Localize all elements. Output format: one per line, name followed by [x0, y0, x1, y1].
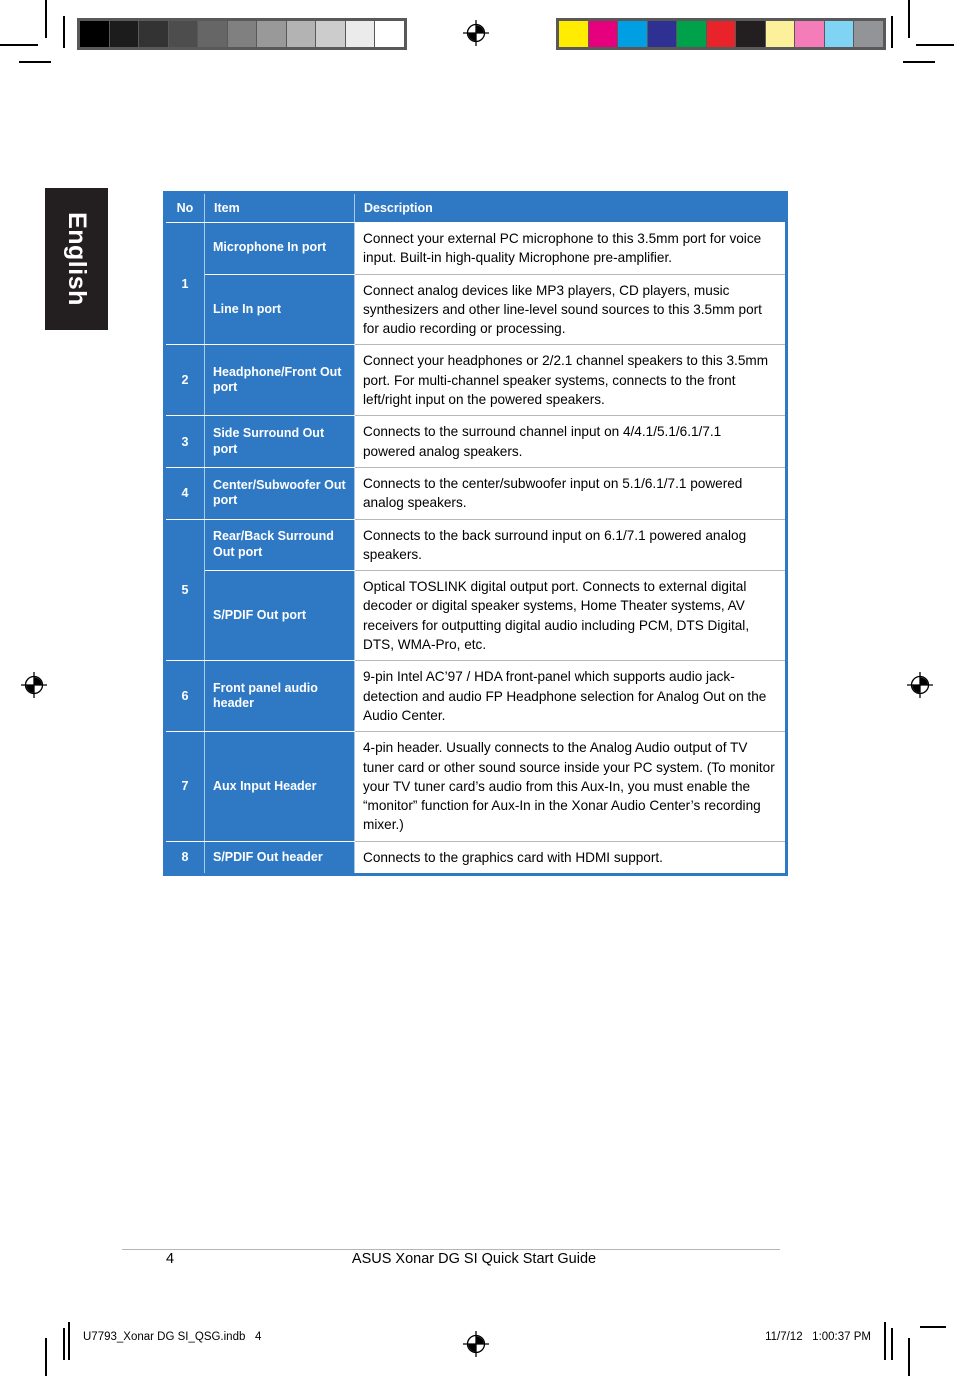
cell-item-name: Line In port: [204, 274, 355, 346]
crop-mark-top-right-horizontal: [916, 44, 954, 46]
slug-filename: U7793_Xonar DG SI_QSG.indb 4: [83, 1331, 262, 1343]
table-row: 6 Front panel audio header 9-pin Intel AC’…: [164, 660, 787, 733]
crop-mark-top-right-vertical: [908, 0, 910, 38]
slug-rule-left: [68, 1322, 70, 1360]
cell-row-number: 8: [164, 841, 205, 875]
color-swatch: [794, 21, 824, 47]
column-header-no: No: [164, 192, 205, 223]
cell-item-description: Connect your external PC microphone to t…: [354, 222, 787, 275]
cell-item-description: Connect your headphones or 2/2.1 channel…: [354, 344, 787, 417]
cell-row-number: 1: [164, 222, 205, 346]
cell-row-number: 7: [164, 731, 205, 842]
table-row: 3 Side Surround Out port Connects to the s…: [164, 415, 787, 468]
footer-title: ASUS Xonar DG SI Quick Start Guide: [351, 1251, 597, 1267]
crop-mark-top-left-inner-v: [63, 16, 65, 48]
color-swatch: [705, 21, 736, 47]
cell-row-number: 3: [164, 415, 205, 468]
grayscale-calibration-strip: [77, 18, 407, 50]
grayscale-swatch: [108, 21, 139, 47]
grayscale-swatch: [197, 21, 227, 47]
color-swatch: [587, 21, 618, 47]
port-description-table: No Item Description 1 Microphone In port C…: [163, 191, 788, 877]
table-row: 8 S/PDIF Out header Connects to the graphi…: [164, 841, 787, 875]
crop-mark-top-left-inner-h: [19, 61, 51, 63]
crop-mark-top-left-vertical: [45, 0, 47, 38]
registration-target-bottom-center: [463, 1331, 489, 1357]
cell-item-name: S/PDIF Out port: [204, 570, 355, 662]
footer-divider: [122, 1249, 780, 1250]
crop-mark-top-right-inner-h: [903, 61, 935, 63]
table-row: Line In port Connect analog devices like …: [165, 274, 787, 346]
grayscale-swatch: [226, 21, 257, 47]
cell-item-name: Center/Subwoofer Out port: [204, 467, 355, 520]
column-header-item: Item: [204, 192, 355, 223]
table-row: 2 Headphone/Front Out port Connect your he…: [164, 344, 787, 417]
language-tab-label: English: [63, 212, 91, 306]
cell-row-number: 4: [164, 467, 205, 520]
cell-item-name: Rear/Back Surround Out port: [204, 519, 355, 572]
cell-item-description: Connects to the back surround input on 6…: [354, 519, 787, 572]
grayscale-swatch: [256, 21, 286, 47]
language-tab: English: [45, 188, 108, 330]
grayscale-swatch: [374, 21, 405, 47]
cell-row-number: 6: [164, 660, 205, 733]
cell-row-number: 2: [164, 344, 205, 417]
crop-mark-bottom-right-vertical: [908, 1338, 910, 1376]
color-swatch: [735, 21, 765, 47]
cell-item-name: Front panel audio header: [204, 660, 355, 733]
cell-row-number: 5: [164, 519, 205, 662]
cell-item-name: Aux Input Header: [204, 731, 355, 842]
color-swatch: [823, 21, 854, 47]
grayscale-swatch: [138, 21, 168, 47]
cell-item-description: Connects to the graphics card with HDMI …: [354, 841, 787, 875]
slug-timestamp: 11/7/12 1:00:37 PM: [765, 1331, 871, 1343]
table-head: No Item Description: [164, 192, 787, 223]
cell-item-description: Connects to the center/subwoofer input o…: [354, 467, 787, 520]
table-header-row: No Item Description: [164, 192, 787, 223]
color-calibration-strip: [556, 18, 886, 50]
crop-mark-bottom-right-inner-v: [891, 1328, 893, 1360]
crop-mark-top-right-inner-v: [891, 16, 893, 48]
crop-mark-bottom-left-inner-v: [63, 1328, 65, 1360]
color-swatch: [764, 21, 795, 47]
table-row: 1 Microphone In port Connect your external…: [164, 222, 787, 346]
grayscale-swatch: [315, 21, 345, 47]
table-row: 7 Aux Input Header 4-pin header. Usually c…: [164, 731, 787, 842]
registration-target-top-center: [463, 20, 489, 46]
grayscale-swatch: [167, 21, 198, 47]
color-swatch: [617, 21, 647, 47]
cell-item-description: Connects to the surround channel input o…: [354, 415, 787, 468]
table-row: S/PDIF Out port Optical TOSLINK digital o…: [165, 570, 787, 662]
registration-target-right-middle: [907, 672, 933, 698]
cell-item-description: Connect analog devices like MP3 players,…: [354, 274, 787, 346]
registration-target-left-middle: [21, 672, 47, 698]
table-row: 5 Rear/Back Surround Out port Connects to …: [164, 519, 787, 662]
slug-rule-right: [884, 1322, 886, 1360]
color-swatch: [853, 21, 884, 47]
grayscale-swatch: [285, 21, 316, 47]
grayscale-swatch: [80, 21, 109, 47]
grayscale-swatch: [344, 21, 375, 47]
cell-item-name: S/PDIF Out header: [204, 841, 355, 875]
cell-item-name: Side Surround Out port: [204, 415, 355, 468]
cell-item-description: 4-pin header. Usually connects to the An…: [354, 731, 787, 842]
color-swatch: [646, 21, 677, 47]
cell-item-name: Headphone/Front Out port: [204, 344, 355, 417]
cell-item-name: Microphone In port: [204, 222, 355, 275]
column-header-description: Description: [354, 192, 787, 223]
color-swatch: [676, 21, 706, 47]
crop-mark-top-left-horizontal: [0, 44, 38, 46]
crop-mark-bottom-left-vertical: [45, 1338, 47, 1376]
table-body: 1 Microphone In port Connect your external…: [164, 222, 787, 875]
cell-item-description: 9-pin Intel AC’97 / HDA front-panel whic…: [354, 660, 787, 733]
table-row: 4 Center/Subwoofer Out port Connects to th…: [164, 467, 787, 520]
crop-mark-bottom-right-inner-h: [920, 1326, 946, 1328]
cell-item-description: Optical TOSLINK digital output port. Con…: [354, 570, 787, 662]
color-swatch: [559, 21, 588, 47]
